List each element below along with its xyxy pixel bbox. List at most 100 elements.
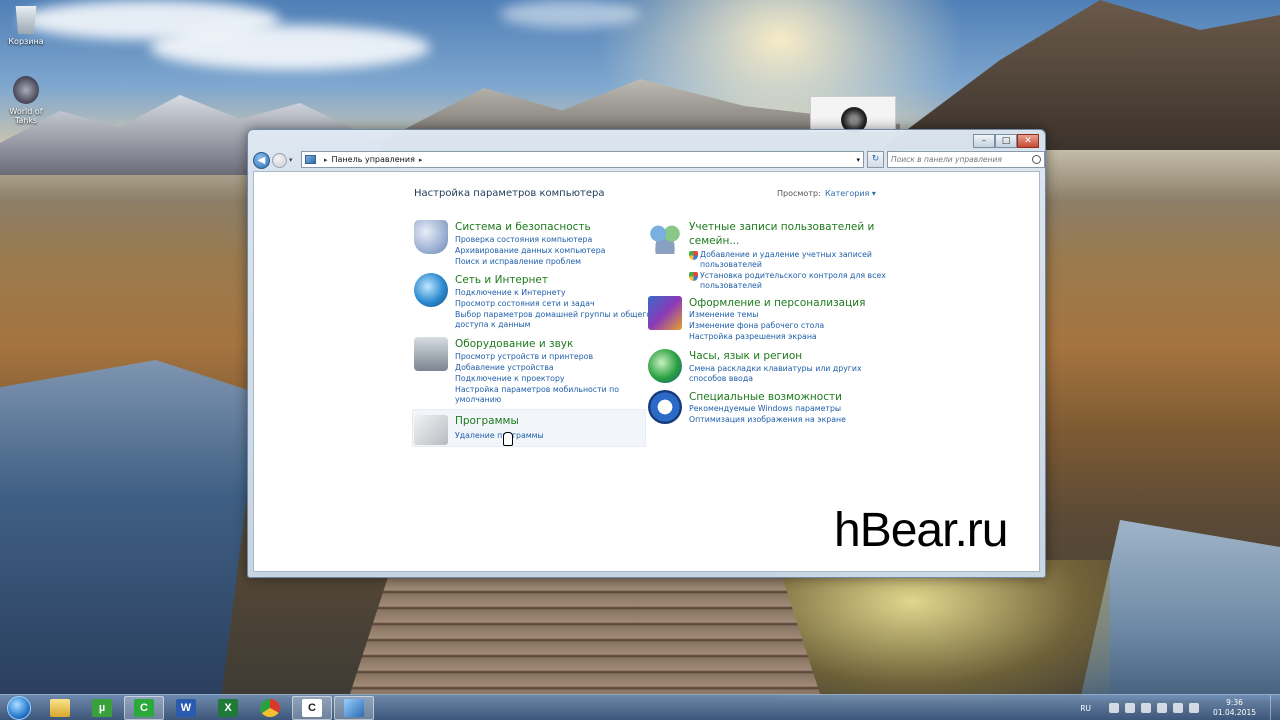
category-link[interactable]: Изменение темы (689, 310, 758, 320)
category-link[interactable]: Изменение фона рабочего стола (689, 321, 824, 331)
category-title[interactable]: Сеть и Интернет (455, 273, 548, 287)
category-link-text: Установка родительского контроля для все… (700, 271, 886, 280)
back-button[interactable]: ◀ (253, 151, 270, 169)
start-button[interactable] (0, 695, 38, 720)
minimize-button[interactable]: – (973, 134, 995, 148)
wallpaper-water (0, 360, 260, 700)
hand-cursor-icon (503, 432, 513, 446)
wallpaper-cloud (500, 0, 640, 28)
breadcrumb-separator-icon[interactable]: ▸ (419, 156, 423, 164)
category-link[interactable]: Настройка параметров мобильности по (455, 385, 619, 395)
category-title[interactable]: Часы, язык и регион (689, 349, 802, 363)
category-title[interactable]: Оборудование и звук (455, 337, 573, 351)
breadcrumb-separator-icon[interactable]: ▸ (324, 156, 328, 164)
category-link[interactable]: Смена раскладки клавиатуры или других (689, 364, 862, 374)
category-link[interactable]: умолчанию (455, 395, 501, 405)
category-link[interactable]: Выбор параметров домашней группы и общег… (455, 310, 651, 320)
world-of-tanks-icon (13, 76, 39, 104)
clock[interactable]: 9:36 01.04.2015 (1213, 698, 1256, 718)
category-title-line2[interactable]: семейн... (689, 234, 739, 248)
category-link[interactable]: Поиск и исправление проблем (455, 257, 581, 267)
category-title[interactable]: Оформление и персонализация (689, 296, 865, 310)
category-link[interactable]: Установка родительского контроля для все… (689, 271, 886, 281)
page-title: Настройка параметров компьютера (414, 188, 605, 199)
printer-icon[interactable] (414, 337, 448, 371)
category-link[interactable]: Рекомендуемые Windows параметры (689, 404, 841, 414)
word-icon: W (176, 698, 196, 717)
category-link[interactable]: Добавление устройства (455, 363, 554, 373)
clock-globe-icon[interactable] (648, 349, 682, 383)
category-programs: Программы Удаление программы (414, 414, 644, 446)
category-link[interactable]: Проверка состояния компьютера (455, 235, 592, 245)
category-title[interactable]: Специальные возможности (689, 390, 842, 404)
address-bar[interactable]: ▸ Панель управления ▸ ▾ (301, 151, 864, 168)
background-window[interactable] (810, 96, 896, 133)
taskbar-explorer[interactable] (40, 696, 80, 720)
category-system-security: Система и безопасность Проверка состояни… (414, 220, 644, 270)
excel-icon: X (218, 698, 238, 717)
accessibility-icon[interactable] (648, 390, 682, 424)
category-link[interactable]: Архивирование данных компьютера (455, 246, 605, 256)
control-panel-icon (305, 155, 316, 164)
search-input[interactable]: Поиск в панели управления (887, 151, 1045, 168)
refresh-button[interactable]: ↻ (867, 151, 884, 168)
power-icon[interactable] (1189, 703, 1200, 713)
language-indicator[interactable]: RU (1080, 704, 1091, 713)
view-by-label: Просмотр: (777, 189, 821, 198)
category-title-line1[interactable]: Учетные записи пользователей и (689, 220, 874, 234)
category-link[interactable]: пользователей (689, 281, 762, 291)
taskbar-control-panel[interactable] (334, 695, 374, 720)
desktop-icon-recycle-bin[interactable]: Корзина (1, 6, 51, 46)
category-link[interactable]: Подключение к Интернету (455, 288, 566, 298)
desktop-icon-world-of-tanks[interactable]: World of Tanks (1, 76, 51, 125)
wallpaper-cloud (150, 25, 430, 70)
category-link[interactable]: пользователей (689, 260, 762, 270)
taskbar: µ C W X C RU 9:36 01.04.2015 (0, 694, 1280, 720)
search-icon[interactable] (1032, 155, 1041, 164)
clock-time: 9:36 (1226, 698, 1243, 707)
address-dropdown-icon[interactable]: ▾ (856, 156, 860, 164)
category-accessibility: Специальные возможности Рекомендуемые Wi… (648, 390, 878, 426)
taskbar-excel[interactable]: X (208, 696, 248, 720)
category-link[interactable]: способов ввода (689, 374, 753, 384)
wallpaper-grass (780, 560, 1110, 700)
recent-pages-dropdown[interactable]: ▾ (289, 156, 293, 164)
taskbar-camtasia[interactable]: C (124, 695, 164, 720)
category-link[interactable]: Добавление и удаление учетных записей (689, 250, 872, 260)
taskbar-utorrent[interactable]: µ (82, 696, 122, 720)
taskbar-word[interactable]: W (166, 696, 206, 720)
programs-icon[interactable] (414, 415, 448, 445)
category-appearance: Оформление и персонализация Изменение те… (648, 296, 878, 342)
show-hidden-icons-icon[interactable] (1109, 703, 1120, 713)
shield-icon[interactable] (414, 220, 448, 254)
uninstall-program-link[interactable]: Удаление программы (455, 431, 544, 441)
view-by-dropdown[interactable]: Категория ▾ (825, 189, 876, 198)
category-link[interactable]: Настройка разрешения экрана (689, 332, 817, 342)
category-network-internet: Сеть и Интернет Подключение к Интернету … (414, 273, 651, 333)
category-link[interactable]: Подключение к проектору (455, 374, 565, 384)
flag-icon[interactable] (1125, 703, 1136, 713)
users-icon[interactable] (648, 220, 682, 254)
taskbar-chrome[interactable] (250, 696, 290, 720)
category-title[interactable]: Программы (455, 414, 519, 428)
desktop-icon-label: World of Tanks (9, 107, 43, 125)
close-button[interactable]: ✕ (1017, 134, 1039, 148)
personalization-icon[interactable] (648, 296, 682, 330)
category-title[interactable]: Система и безопасность (455, 220, 591, 234)
category-link[interactable]: доступа к данным (455, 320, 531, 330)
category-link[interactable]: Просмотр состояния сети и задач (455, 299, 595, 309)
maximize-button[interactable]: □ (995, 134, 1017, 148)
volume-icon[interactable] (1173, 703, 1184, 713)
show-desktop-button[interactable] (1270, 695, 1280, 720)
network-globe-icon[interactable] (414, 273, 448, 307)
desktop-icon-label: Корзина (8, 37, 44, 46)
breadcrumb-control-panel[interactable]: Панель управления (332, 155, 415, 164)
taskbar-camtasia-recorder[interactable]: C (292, 695, 332, 720)
category-link[interactable]: Оптимизация изображения на экране (689, 415, 846, 425)
network-icon[interactable] (1157, 703, 1168, 713)
uac-shield-icon (689, 272, 698, 281)
usb-icon[interactable] (1141, 703, 1152, 713)
category-user-accounts: Учетные записи пользователей и семейн...… (648, 220, 886, 291)
category-link[interactable]: Просмотр устройств и принтеров (455, 352, 593, 362)
forward-button[interactable] (272, 152, 287, 168)
